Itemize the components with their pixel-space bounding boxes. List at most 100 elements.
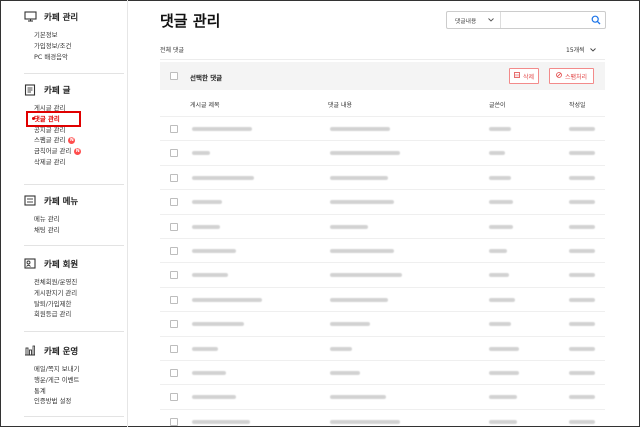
- table-row[interactable]: [160, 385, 605, 409]
- row-checkbox[interactable]: [170, 149, 178, 158]
- table-row[interactable]: [160, 117, 605, 141]
- sidebar-item-member-grade[interactable]: 회원등급 관리: [34, 309, 124, 320]
- search-button[interactable]: [587, 12, 605, 28]
- blurred-post-title[interactable]: [192, 273, 228, 278]
- blurred-post-title[interactable]: [192, 224, 220, 229]
- row-checkbox[interactable]: [170, 393, 178, 402]
- sidebar-item-send-mail[interactable]: 메일/쪽지 보내기: [34, 364, 124, 375]
- page-size-select[interactable]: 15개씩: [566, 45, 596, 54]
- blurred-post-title[interactable]: [192, 322, 244, 327]
- sidebar-item-basic-info[interactable]: 기본정보: [34, 30, 124, 41]
- row-checkbox[interactable]: [170, 344, 178, 353]
- blurred-post-title[interactable]: [192, 346, 218, 351]
- table-row[interactable]: [160, 263, 605, 287]
- search-type-select[interactable]: 댓글내용: [447, 12, 501, 28]
- sidebar-section-title[interactable]: 카페 회원: [24, 257, 124, 271]
- row-checkbox[interactable]: [170, 295, 178, 304]
- column-header-post-title: 게시글 제목: [190, 102, 220, 109]
- new-badge: N: [68, 137, 76, 145]
- row-checkbox[interactable]: [170, 173, 178, 182]
- sidebar-item-spam-admin[interactable]: 스팸글 관리 N: [34, 135, 124, 146]
- sidebar-item-chat-admin[interactable]: 채팅 관리: [34, 225, 124, 236]
- sidebar-item-join-info[interactable]: 가입정보/조건: [34, 41, 124, 52]
- blurred-post-title[interactable]: [192, 395, 236, 400]
- selection-label: 선택한 댓글: [190, 74, 223, 82]
- select-all-checkbox[interactable]: [170, 72, 178, 80]
- sidebar-item-menu-admin[interactable]: 메뉴 관리: [34, 214, 124, 225]
- blurred-post-title[interactable]: [192, 175, 254, 180]
- row-checkbox[interactable]: [170, 222, 178, 231]
- table-row[interactable]: [160, 410, 605, 427]
- row-checkbox[interactable]: [170, 369, 178, 377]
- delete-button[interactable]: 삭제: [509, 68, 539, 84]
- row-checkbox[interactable]: [170, 417, 178, 426]
- table-row[interactable]: [160, 215, 605, 239]
- row-checkbox[interactable]: [170, 320, 178, 329]
- section-title-text: 카페 글: [44, 86, 71, 96]
- row-checkbox[interactable]: [170, 247, 178, 255]
- sidebar-item-stats[interactable]: 통계: [34, 386, 124, 397]
- divider: [24, 416, 124, 417]
- search-input[interactable]: [501, 12, 587, 28]
- sidebar-item-withdraw-restrict[interactable]: 탈퇴/가입제한: [34, 299, 124, 310]
- chevron-down-icon: [488, 18, 494, 22]
- delete-label: 삭제: [522, 73, 535, 81]
- blurred-post-title[interactable]: [192, 127, 252, 131]
- sidebar-item-all-members[interactable]: 전체회원/운영진: [34, 277, 124, 288]
- blurred-comment[interactable]: [330, 322, 370, 327]
- sidebar-section-title[interactable]: 카페 운영: [24, 344, 124, 358]
- column-header-date: 작성일: [569, 102, 586, 109]
- sidebar-section-title[interactable]: 카페 관리: [24, 10, 124, 24]
- blurred-comment[interactable]: [330, 395, 386, 400]
- blurred-post-title[interactable]: [192, 249, 236, 253]
- trash-icon: [514, 72, 520, 80]
- blurred-post-title[interactable]: [192, 297, 262, 302]
- sidebar-item-pc-bgm[interactable]: PC 배경음악: [34, 52, 124, 63]
- filter-label: 전체 댓글: [160, 47, 184, 54]
- table-row[interactable]: [160, 337, 605, 361]
- blurred-post-title[interactable]: [192, 151, 210, 156]
- sidebar-item-events[interactable]: 행운/게근 이벤트: [34, 375, 124, 386]
- blurred-comment[interactable]: [330, 346, 352, 351]
- blurred-comment[interactable]: [330, 371, 360, 375]
- row-checkbox[interactable]: [170, 125, 178, 133]
- blurred-comment[interactable]: [330, 127, 390, 131]
- active-item-bullet: [32, 117, 35, 120]
- table-row[interactable]: [160, 361, 605, 385]
- main-content: 댓글 관리 댓글내용 전체 댓글 15개씩 선택한 댓글 삭제 스팸처리 게시글…: [128, 0, 639, 427]
- search-icon: [591, 15, 601, 25]
- blurred-author: [489, 395, 517, 400]
- table-row[interactable]: [160, 312, 605, 336]
- blurred-comment[interactable]: [330, 175, 388, 180]
- row-checkbox[interactable]: [170, 198, 178, 207]
- sidebar-section-title[interactable]: 카페 글: [24, 83, 124, 97]
- divider: [24, 245, 124, 246]
- table-row[interactable]: [160, 141, 605, 165]
- spam-button[interactable]: 스팸처리: [549, 68, 594, 84]
- blurred-comment[interactable]: [330, 200, 394, 205]
- blurred-comment[interactable]: [330, 249, 394, 253]
- blurred-comment[interactable]: [330, 273, 402, 278]
- selection-bar: 선택한 댓글 삭제 스팸처리: [160, 62, 605, 90]
- blurred-author: [489, 175, 511, 180]
- blurred-comment[interactable]: [330, 419, 400, 424]
- sidebar-item-deleted-admin[interactable]: 삭제글 관리: [34, 157, 124, 168]
- blurred-author: [489, 297, 515, 302]
- blurred-comment[interactable]: [330, 297, 388, 302]
- blurred-post-title[interactable]: [192, 200, 222, 205]
- row-checkbox[interactable]: [170, 271, 178, 280]
- table-row[interactable]: [160, 166, 605, 190]
- sidebar-item-banned-word-admin[interactable]: 금칙어글 관리 N: [34, 146, 124, 157]
- sidebar-item-board-keeper[interactable]: 게시판지기 관리: [34, 288, 124, 299]
- table-row[interactable]: [160, 190, 605, 214]
- sidebar-section-title[interactable]: 카페 메뉴: [24, 194, 124, 208]
- blurred-post-title[interactable]: [192, 419, 250, 424]
- divider: [24, 73, 124, 74]
- blurred-date: [569, 322, 595, 327]
- sidebar-item-auth-settings[interactable]: 인증방법 설정: [34, 396, 124, 407]
- table-row[interactable]: [160, 288, 605, 312]
- blurred-comment[interactable]: [330, 151, 400, 156]
- blurred-comment[interactable]: [330, 224, 368, 229]
- table-row[interactable]: [160, 239, 605, 263]
- blurred-post-title[interactable]: [192, 371, 226, 375]
